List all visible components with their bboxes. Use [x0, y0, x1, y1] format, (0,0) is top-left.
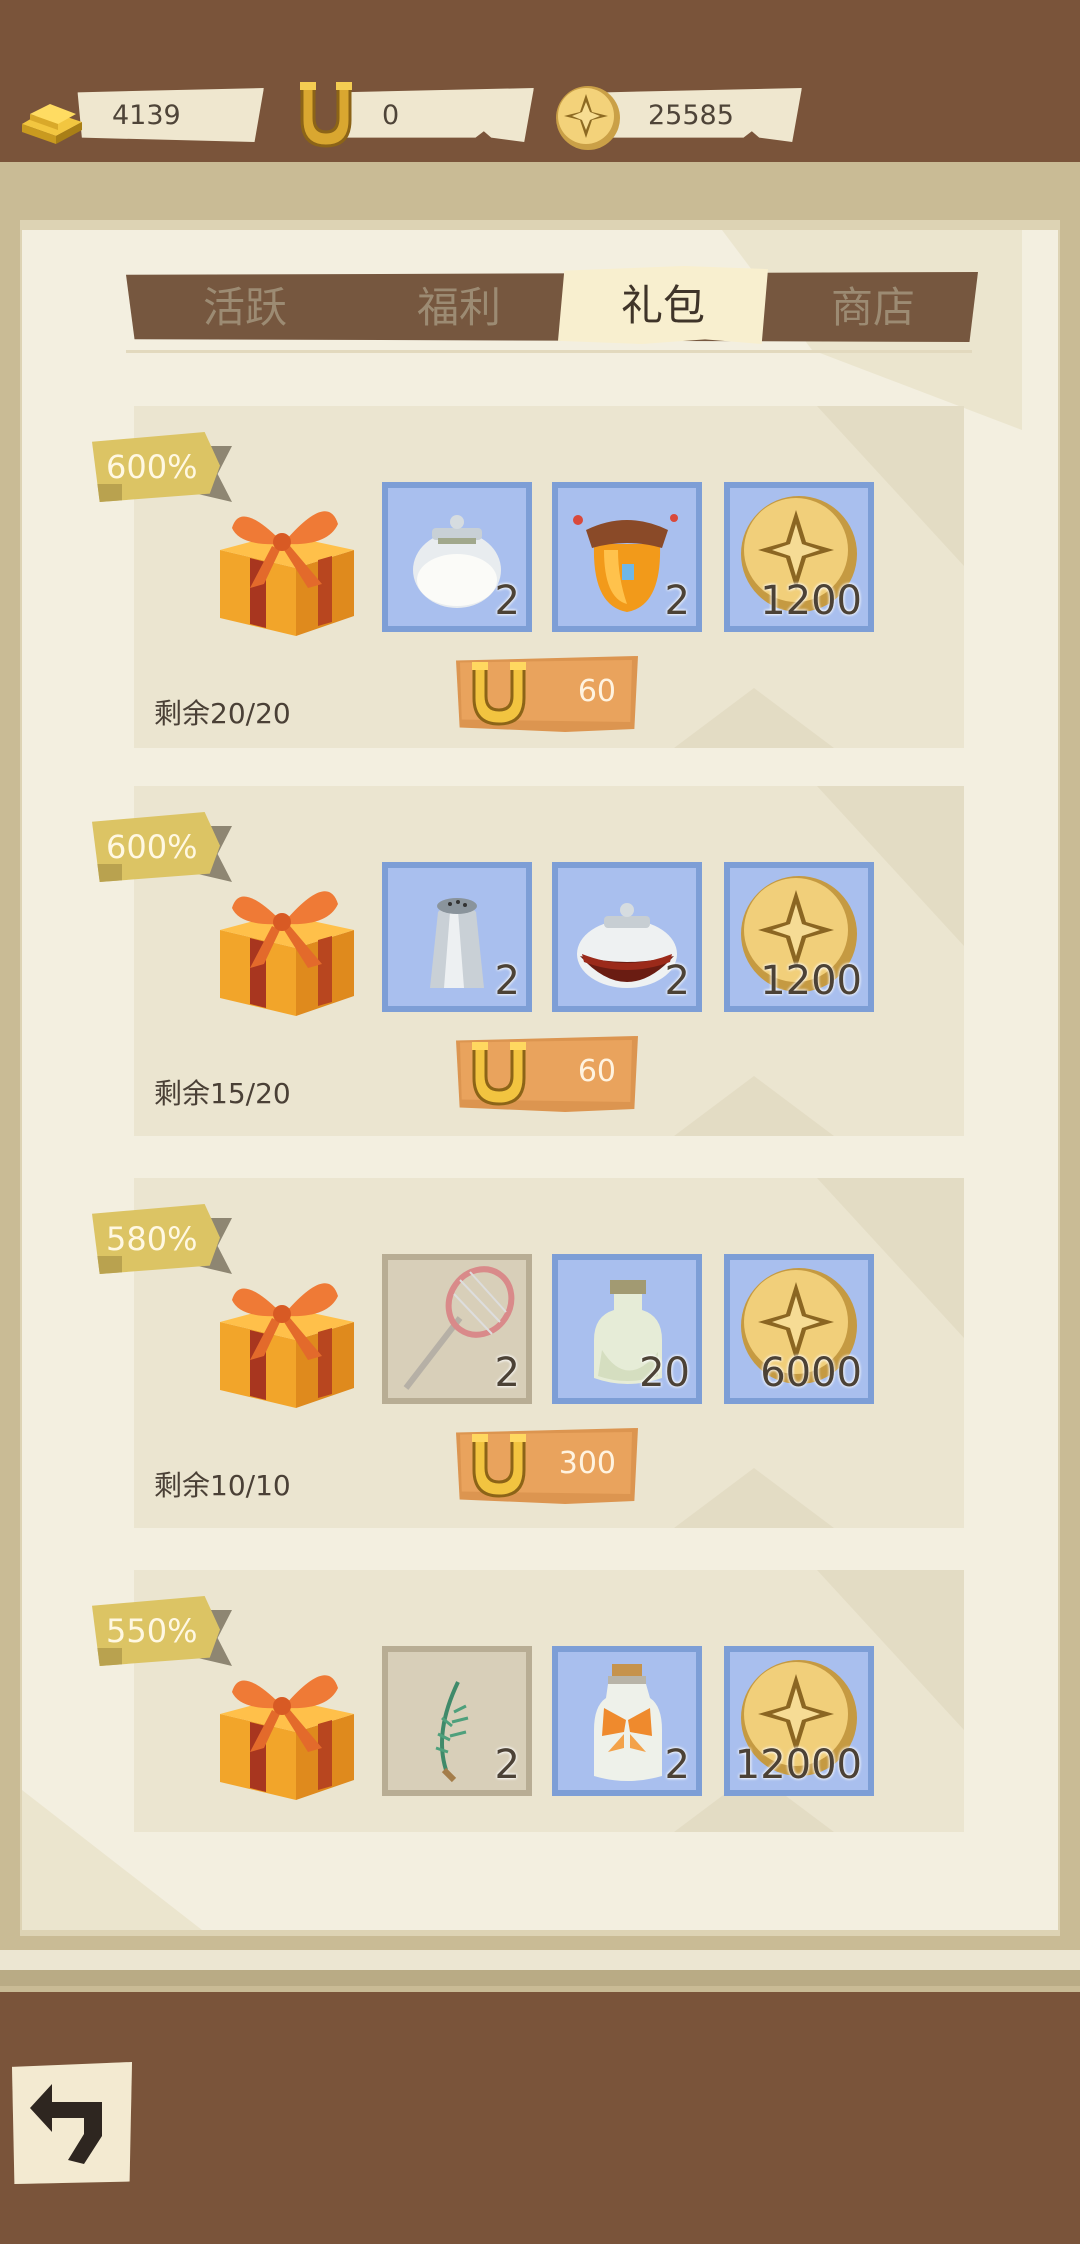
- reward-item-count: 2: [664, 578, 690, 624]
- reward-item-count: 12000: [734, 1742, 862, 1788]
- buy-pack-button[interactable]: 300: [456, 1428, 638, 1504]
- bonus-percent: 600%: [106, 448, 198, 486]
- tab-bar: 活跃 福利 礼包 商店: [126, 266, 978, 344]
- reward-item-slot[interactable]: 12000: [724, 1646, 874, 1796]
- gold-counter[interactable]: 4139: [16, 88, 256, 144]
- reward-item-count: 1200: [760, 578, 862, 624]
- tab-welfare[interactable]: 福利: [354, 272, 564, 344]
- reward-item-count: 2: [494, 1742, 520, 1788]
- horseshoe-icon: [466, 1430, 532, 1500]
- buy-pack-button[interactable]: 60: [456, 1036, 638, 1112]
- bonus-percent: 580%: [106, 1220, 198, 1258]
- reward-item-slot[interactable]: 2: [552, 862, 702, 1012]
- back-button[interactable]: [12, 2062, 132, 2184]
- coin-value: 25585: [648, 100, 734, 131]
- horseshoe-value: 0: [382, 100, 400, 131]
- pack-remaining: 剩余20/20: [154, 697, 291, 730]
- reward-item-slot[interactable]: 1200: [724, 482, 874, 632]
- horseshoe-icon: [466, 1038, 532, 1108]
- pack-price: 60: [577, 1054, 616, 1089]
- gold-value: 4139: [112, 100, 181, 131]
- reward-item-count: 1200: [760, 958, 862, 1004]
- reward-item-count: 2: [494, 578, 520, 624]
- back-arrow-icon: [30, 2084, 102, 2164]
- gift-box-icon: [210, 480, 360, 640]
- reward-item-count: 2: [494, 958, 520, 1004]
- bonus-percent: 600%: [106, 828, 198, 866]
- horseshoe-icon: [466, 658, 532, 728]
- reward-item-count: 2: [664, 1742, 690, 1788]
- bonus-percent: 550%: [106, 1612, 198, 1650]
- horseshoe-icon: [300, 82, 352, 148]
- coin-counter[interactable]: 25585: [552, 86, 792, 150]
- bonus-ribbon: 550%: [92, 1596, 232, 1666]
- reward-item-slot[interactable]: 2: [552, 1646, 702, 1796]
- reward-item-slot[interactable]: 2: [382, 482, 532, 632]
- reward-item-slot[interactable]: 2: [382, 1254, 532, 1404]
- pack-remaining: 剩余15/20: [154, 1077, 291, 1110]
- gift-box-icon: [210, 1644, 360, 1804]
- tab-active[interactable]: 活跃: [140, 272, 350, 344]
- reward-item-slot[interactable]: 1200: [724, 862, 874, 1012]
- bonus-ribbon: 600%: [92, 812, 232, 882]
- reward-item-count: 2: [664, 958, 690, 1004]
- tab-shop[interactable]: 商店: [768, 272, 978, 344]
- bonus-ribbon: 580%: [92, 1204, 232, 1274]
- reward-item-slot[interactable]: 2: [382, 862, 532, 1012]
- reward-item-slot[interactable]: 2: [382, 1646, 532, 1796]
- horseshoe-counter[interactable]: 0: [290, 82, 520, 148]
- bonus-ribbon: 600%: [92, 432, 232, 502]
- pack-price: 60: [577, 674, 616, 709]
- reward-item-slot[interactable]: 20: [552, 1254, 702, 1404]
- reward-item-slot[interactable]: 2: [552, 482, 702, 632]
- gift-box-icon: [210, 860, 360, 1020]
- gold-bar-icon: [22, 104, 82, 144]
- tab-gift-packs[interactable]: 礼包: [558, 266, 768, 344]
- reward-item-count: 6000: [760, 1350, 862, 1396]
- coin-icon: [556, 86, 620, 150]
- reward-item-count: 20: [639, 1350, 690, 1396]
- gift-box-icon: [210, 1252, 360, 1412]
- reward-item-count: 2: [494, 1350, 520, 1396]
- buy-pack-button[interactable]: 60: [456, 656, 638, 732]
- pack-remaining: 剩余10/10: [154, 1469, 291, 1502]
- resource-bar: 4139 0 25585: [0, 0, 1080, 150]
- pack-price: 300: [558, 1446, 616, 1481]
- reward-item-slot[interactable]: 6000: [724, 1254, 874, 1404]
